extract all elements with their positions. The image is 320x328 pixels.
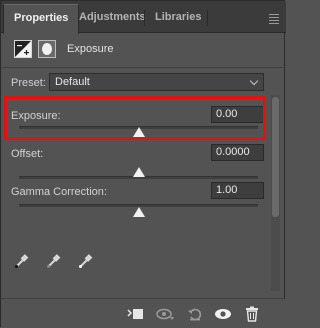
bottom-toolbar: [1, 298, 286, 328]
view-previous-state-icon[interactable]: [156, 306, 174, 322]
black-point-eyedropper-icon[interactable]: [14, 253, 30, 269]
gamma-correction-slider-thumb[interactable]: [132, 207, 145, 217]
offset-label: Offset:: [11, 148, 44, 160]
scrollbar-thumb[interactable]: [272, 97, 279, 217]
preset-value: Default: [55, 76, 90, 88]
tab-adjustments[interactable]: Adjustments: [69, 4, 156, 33]
white-point-eyedropper-icon[interactable]: [78, 253, 94, 269]
gamma-correction-value-field[interactable]: 1.00: [211, 182, 264, 199]
exposure-adjustment-icon[interactable]: [14, 40, 32, 58]
visibility-eye-icon[interactable]: [214, 306, 231, 322]
panel-menu-icon[interactable]: [269, 14, 279, 26]
adjustment-title: Exposure: [67, 43, 114, 55]
scrollbar[interactable]: [271, 95, 280, 291]
gray-point-eyedropper-icon[interactable]: [46, 253, 62, 269]
clip-to-layer-icon[interactable]: [127, 306, 143, 322]
trash-icon[interactable]: [244, 306, 260, 322]
preset-dropdown[interactable]: Default: [49, 73, 264, 91]
tab-divider: [207, 10, 208, 26]
gamma-correction-label: Gamma Correction:: [11, 186, 107, 198]
exposure-highlight-box: [4, 96, 266, 140]
offset-slider-thumb[interactable]: [132, 167, 145, 177]
tab-properties[interactable]: Properties: [3, 4, 80, 34]
preset-label: Preset:: [11, 77, 46, 89]
tab-bar: Properties Adjustments Libraries: [1, 1, 286, 34]
adjustment-header: Exposure: [1, 34, 286, 68]
layer-mask-icon[interactable]: [38, 40, 56, 58]
chevron-down-icon: [249, 76, 259, 86]
tab-libraries[interactable]: Libraries: [145, 4, 211, 33]
properties-panel: Properties Adjustments Libraries Exposur…: [0, 0, 286, 328]
reset-icon[interactable]: [187, 306, 203, 322]
offset-value-field[interactable]: 0.0000: [211, 144, 264, 161]
